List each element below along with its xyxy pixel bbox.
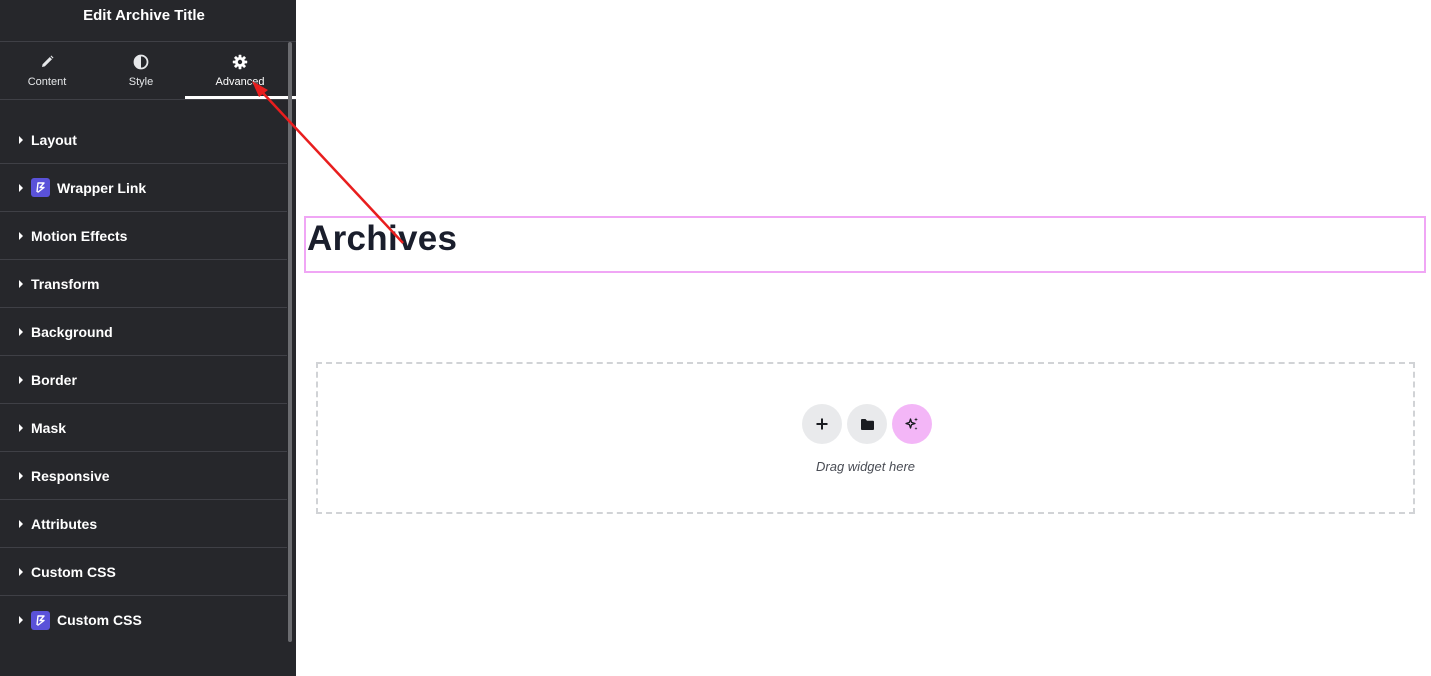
panel-header: Edit Archive Title bbox=[0, 0, 296, 42]
pencil-icon bbox=[42, 55, 54, 67]
gear-icon bbox=[232, 54, 248, 70]
pro-addon-badge-icon bbox=[31, 178, 50, 197]
section-wrapper-link[interactable]: Wrapper Link bbox=[0, 164, 287, 212]
section-label: Layout bbox=[31, 131, 77, 148]
section-border[interactable]: Border bbox=[0, 356, 287, 404]
dropzone-actions bbox=[802, 404, 932, 444]
section-label: Attributes bbox=[31, 515, 98, 532]
tab-content[interactable]: Content bbox=[0, 52, 94, 98]
plus-icon bbox=[816, 418, 828, 430]
panel-tabs: Content Style Advanced bbox=[0, 42, 296, 100]
ai-generate-button[interactable] bbox=[892, 404, 932, 444]
scrollbar-thumb[interactable] bbox=[288, 42, 292, 642]
preview-canvas: Archives Drag widget here bbox=[296, 0, 1431, 676]
section-custom-css[interactable]: Custom CSS bbox=[0, 548, 287, 596]
archive-title-text: Archives bbox=[307, 219, 458, 258]
caret-right-icon bbox=[19, 183, 23, 192]
add-template-button[interactable] bbox=[847, 404, 887, 444]
section-motion-effects[interactable]: Motion Effects bbox=[0, 212, 287, 260]
section-layout[interactable]: Layout bbox=[0, 116, 287, 164]
caret-right-icon bbox=[19, 375, 23, 384]
tab-content-label: Content bbox=[27, 76, 67, 88]
pro-addon-badge-icon bbox=[31, 610, 50, 630]
caret-right-icon bbox=[19, 135, 23, 144]
ai-sparkle-icon bbox=[905, 417, 918, 430]
panel-title: Edit Archive Title bbox=[83, 7, 205, 24]
caret-right-icon bbox=[19, 471, 23, 480]
add-section-button[interactable] bbox=[802, 404, 842, 444]
section-mask[interactable]: Mask bbox=[0, 404, 287, 452]
caret-right-icon bbox=[19, 279, 23, 288]
section-label: Background bbox=[31, 323, 113, 340]
tab-advanced[interactable]: Advanced bbox=[193, 52, 287, 98]
tab-style[interactable]: Style bbox=[94, 52, 188, 98]
folder-icon bbox=[860, 418, 874, 430]
tab-advanced-label: Advanced bbox=[215, 76, 265, 88]
caret-right-icon bbox=[19, 519, 23, 528]
caret-right-icon bbox=[19, 327, 23, 336]
section-custom-css-pro[interactable]: Custom CSS bbox=[0, 596, 287, 644]
section-list: Layout Wrapper Link Motion Effects Trans… bbox=[0, 116, 287, 644]
section-transform[interactable]: Transform bbox=[0, 260, 287, 308]
editor-panel: Edit Archive Title Content Style Advance… bbox=[0, 0, 296, 676]
section-responsive[interactable]: Responsive bbox=[0, 452, 287, 500]
section-label: Custom CSS bbox=[57, 612, 142, 628]
section-label: Wrapper Link bbox=[57, 179, 147, 196]
section-label: Transform bbox=[31, 275, 100, 292]
section-label: Motion Effects bbox=[31, 227, 128, 244]
active-tab-indicator bbox=[185, 96, 296, 99]
half-circle-icon bbox=[133, 54, 149, 70]
empty-section-dropzone[interactable]: Drag widget here bbox=[316, 362, 1415, 514]
panel-scrollbar[interactable] bbox=[287, 42, 293, 642]
section-label: Mask bbox=[31, 419, 67, 436]
caret-right-icon bbox=[19, 616, 23, 624]
section-background[interactable]: Background bbox=[0, 308, 287, 356]
caret-right-icon bbox=[19, 423, 23, 432]
caret-right-icon bbox=[19, 567, 23, 576]
dropzone-hint: Drag widget here bbox=[816, 459, 915, 474]
section-label: Responsive bbox=[31, 467, 110, 484]
tab-style-label: Style bbox=[128, 76, 154, 88]
section-label: Border bbox=[31, 371, 77, 388]
caret-right-icon bbox=[19, 231, 23, 240]
section-attributes[interactable]: Attributes bbox=[0, 500, 287, 548]
archive-title-widget[interactable]: Archives bbox=[304, 216, 1426, 273]
section-label: Custom CSS bbox=[31, 563, 116, 580]
